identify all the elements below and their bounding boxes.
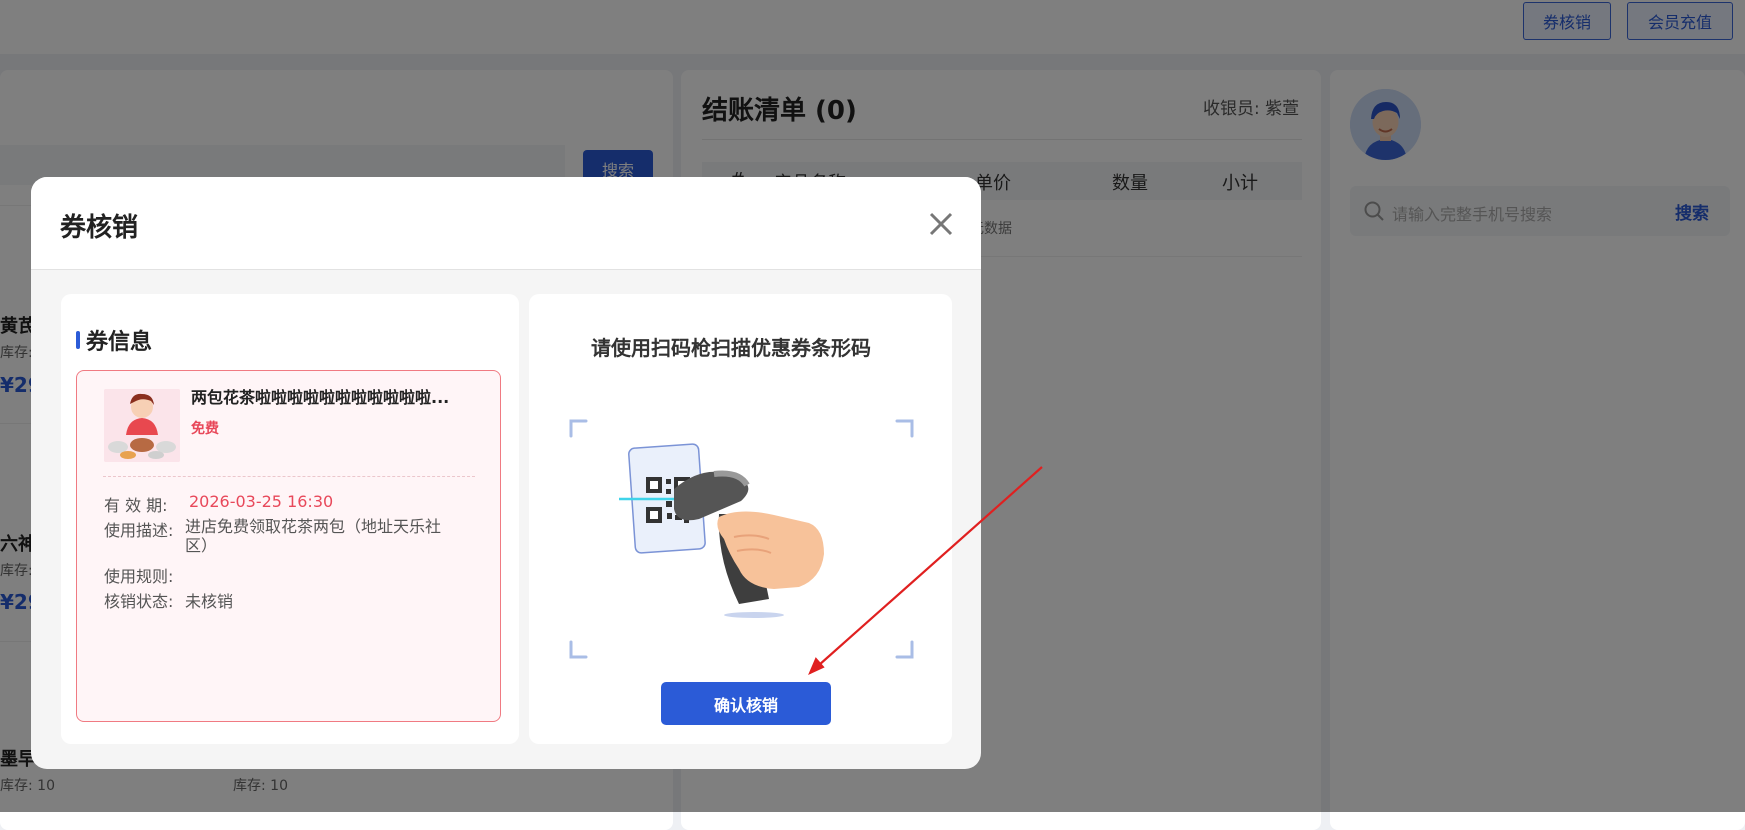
status-label: 核销状态: [104, 592, 174, 611]
validity-label: 有 效 期: [104, 496, 168, 515]
annotation-arrow-icon [808, 466, 1043, 675]
coupon-name: 两包花茶啦啦啦啦啦啦啦啦啦啦啦... [191, 388, 450, 407]
validity-value: 2026-03-25 16:30 [189, 492, 334, 511]
coupon-image [104, 389, 180, 462]
coupon-detail-box: 两包花茶啦啦啦啦啦啦啦啦啦啦啦... 免费 有 效 期: 2026-03-25 … [76, 370, 501, 722]
section-accent-bar [76, 331, 80, 349]
section-title: 券信息 [86, 330, 153, 355]
dialog-header: 券核销 [31, 177, 981, 270]
description-label: 使用描述: [104, 521, 174, 540]
dialog-title: 券核销 [60, 213, 139, 243]
close-icon[interactable] [928, 211, 954, 237]
rules-label: 使用规则: [104, 567, 174, 586]
divider [103, 476, 475, 477]
scan-instruction: 请使用扫码枪扫描优惠券条形码 [591, 336, 871, 360]
coupon-info-card: 券信息 两包花茶啦啦啦啦啦啦啦啦啦啦啦... 免费 有 效 期: 2026-03… [61, 294, 519, 744]
description-value: 进店免费领取花茶两包（地址天乐社区） [185, 517, 442, 555]
coupon-price-tag: 免费 [191, 421, 219, 437]
status-value: 未核销 [185, 592, 234, 611]
